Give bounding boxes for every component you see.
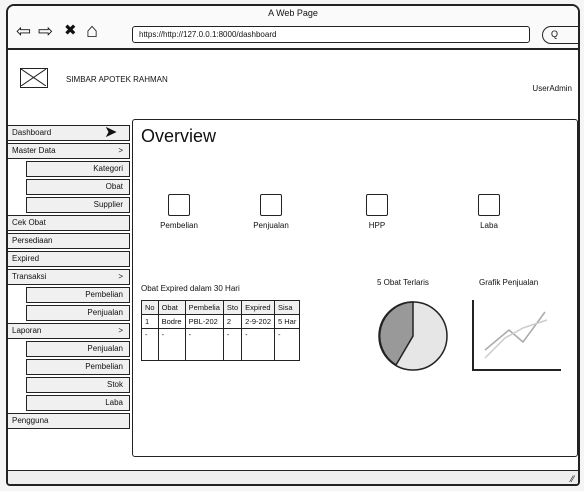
brand-name: SIMBAR APOTEK RAHMAN [66,75,168,84]
sidebar-item-obat[interactable]: Obat [26,179,130,195]
main-content: Overview Pembelian Penjualan HPP Laba Ob… [132,119,578,457]
sales-chart-title: Grafik Penjualan [479,278,539,287]
card-laba[interactable]: Laba [459,194,519,230]
sidebar-item-expired[interactable]: Expired [8,251,130,267]
sidebar-item-laporan[interactable]: Laporan > [8,323,130,339]
sidebar-item-transaksi[interactable]: Transaksi > [8,269,130,285]
chevron-right-icon: > [118,146,123,155]
sidebar-item-persediaan[interactable]: Persediaan [8,233,130,249]
sidebar-item-laba[interactable]: Laba [26,395,130,411]
table-row: 1 Bodre PBL-202 2 2-9-202 5 Har [141,314,301,329]
sidebar-item-kategori[interactable]: Kategori [26,161,130,177]
browser-titlebar: A Web Page ⇦ ⇨ ✖ ⌂ https://http://127.0.… [8,6,578,50]
card-hpp[interactable]: HPP [347,194,407,230]
logo-placeholder-icon [20,68,48,88]
user-menu[interactable]: UserAdmin [532,84,572,93]
sidebar-item-pengguna[interactable]: Pengguna [8,413,130,429]
sidebar-item-supplier[interactable]: Supplier [26,197,130,213]
forward-arrow-icon[interactable]: ⇨ [38,22,53,40]
chevron-right-icon: > [118,272,123,281]
chevron-right-icon: > [118,326,123,335]
card-penjualan[interactable]: Penjualan [241,194,301,230]
status-bar: ⁄⁄ [8,470,578,484]
mouse-cursor-icon: ➤ [104,124,118,141]
sidebar-item-transaksi-penjualan[interactable]: Penjualan [26,305,130,321]
sidebar-item-transaksi-pembelian[interactable]: Pembelian [26,287,130,303]
home-icon[interactable]: ⌂ [86,21,98,41]
resize-grip-icon[interactable]: ⁄⁄ [571,474,574,484]
sidebar-item-cek-obat[interactable]: Cek Obat [8,215,130,231]
card-icon [478,194,500,216]
sidebar-item-laporan-pembelian[interactable]: Pembelian [26,359,130,375]
browser-window: A Web Page ⇦ ⇨ ✖ ⌂ https://http://127.0.… [6,4,580,486]
table-row: --- --- [141,328,301,361]
card-pembelian[interactable]: Pembelian [149,194,209,230]
line-chart-icon [472,300,561,371]
sidebar-item-stok[interactable]: Stok [26,377,130,393]
card-icon [260,194,282,216]
card-icon [366,194,388,216]
table-header-row: No Obat Pembelia Sto Expired Sisa [141,300,301,315]
pie-chart-icon [378,301,448,371]
search-icon[interactable]: Q [542,26,578,44]
expired-table-title: Obat Expired dalam 30 Hari [141,284,240,293]
page-title: Overview [141,126,217,146]
expired-table: No Obat Pembelia Sto Expired Sisa 1 Bodre PBL-… [141,300,301,361]
sidebar-item-master-data[interactable]: Master Data > [8,143,130,159]
top5-chart-title: 5 Obat Terlaris [377,278,429,287]
back-arrow-icon[interactable]: ⇦ [16,22,31,40]
close-icon[interactable]: ✖ [64,22,77,40]
window-title: A Web Page [268,8,318,18]
sidebar: Dashboard Master Data > Kategori Obat Sup… [8,125,130,431]
address-bar[interactable]: https://http://127.0.0.1:8000/dashboard [132,26,530,43]
sidebar-item-laporan-penjualan[interactable]: Penjualan [26,341,130,357]
card-icon [168,194,190,216]
